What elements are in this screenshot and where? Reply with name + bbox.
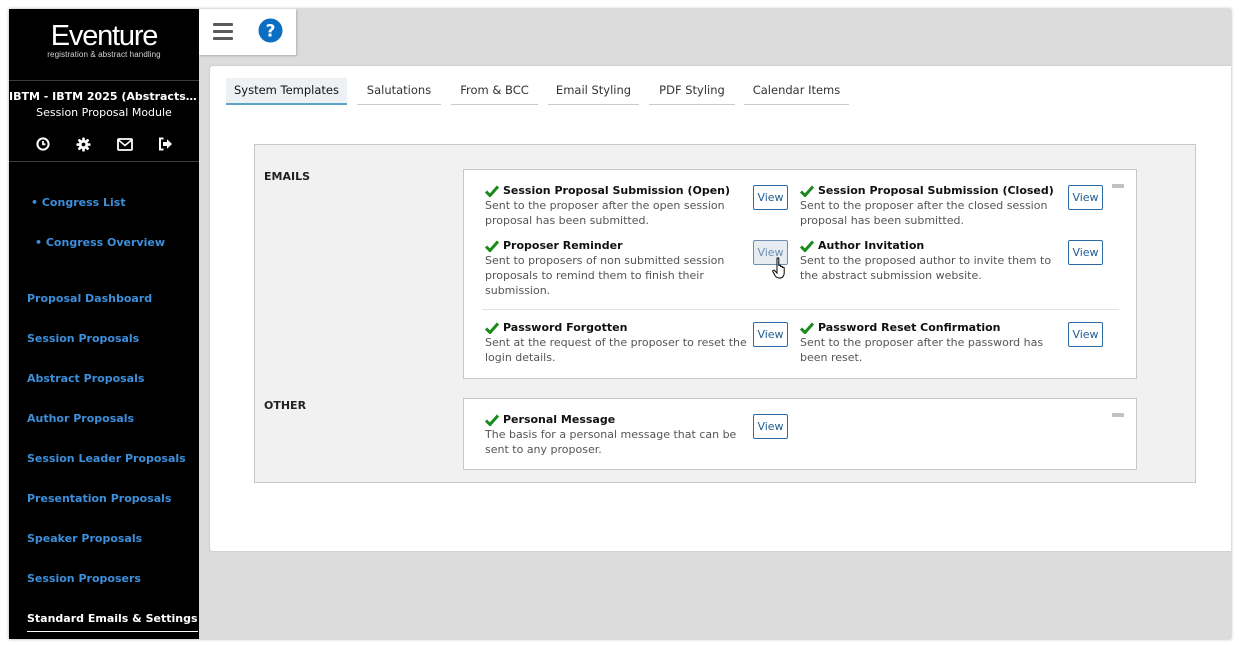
template-description: Sent to the proposer after the password … xyxy=(800,336,1044,364)
check-icon xyxy=(800,240,814,252)
template-personal-message: Personal Message The basis for a persona… xyxy=(485,413,790,457)
template-description: Sent to the proposed author to invite th… xyxy=(800,254,1052,282)
emails-group: Session Proposal Submission (Open) Sent … xyxy=(463,169,1137,379)
sidebar-item-presentation-proposals[interactable]: Presentation Proposals xyxy=(27,492,171,505)
hamburger-menu-icon[interactable] xyxy=(213,23,233,40)
event-title: IBTM - IBTM 2025 (Abstracts & Par... xyxy=(9,90,199,103)
template-description: Sent at the request of the proposer to r… xyxy=(485,336,747,364)
template-description: Sent to the proposer after the closed se… xyxy=(800,199,1048,227)
sidebar-item-session-proposers[interactable]: Session Proposers xyxy=(27,572,141,585)
content-card: System Templates Salutations From & BCC … xyxy=(210,66,1231,551)
template-description: Sent to proposers of non submitted sessi… xyxy=(485,254,725,297)
template-title: Password Reset Confirmation xyxy=(818,321,1001,334)
tab-system-templates[interactable]: System Templates xyxy=(226,78,347,105)
check-icon xyxy=(485,185,499,197)
tab-from-bcc[interactable]: From & BCC xyxy=(451,78,538,105)
template-title: Personal Message xyxy=(503,413,616,426)
collapse-emails-icon[interactable] xyxy=(1112,184,1124,188)
sidebar-item-session-proposals[interactable]: Session Proposals xyxy=(27,332,139,345)
logo-tagline: registration & abstract handling xyxy=(47,50,161,59)
collapse-other-icon[interactable] xyxy=(1112,413,1124,417)
sidebar-divider xyxy=(9,80,199,81)
templates-panel: EMAILS Session Proposal Submission (Open… xyxy=(254,144,1196,483)
check-icon xyxy=(800,185,814,197)
template-session-proposal-closed: Session Proposal Submission (Closed) Sen… xyxy=(800,184,1105,228)
row-divider xyxy=(482,309,1119,310)
check-icon xyxy=(800,322,814,334)
view-button-password-reset-confirmation[interactable]: View xyxy=(1068,322,1103,347)
other-group: Personal Message The basis for a persona… xyxy=(463,398,1137,470)
sidebar-item-session-leader-proposals[interactable]: Session Leader Proposals xyxy=(27,452,186,465)
template-password-reset-confirmation: Password Reset Confirmation Sent to the … xyxy=(800,321,1105,365)
view-button-session-proposal-closed[interactable]: View xyxy=(1068,185,1103,210)
template-title: Author Invitation xyxy=(818,239,925,252)
sidebar-icon-bar xyxy=(9,136,199,152)
sidebar-item-author-proposals[interactable]: Author Proposals xyxy=(27,412,134,425)
template-author-invitation: Author Invitation Sent to the proposed a… xyxy=(800,239,1105,283)
template-title: Session Proposal Submission (Closed) xyxy=(818,184,1054,197)
svg-text:?: ? xyxy=(266,21,276,41)
section-label-other: OTHER xyxy=(264,399,307,412)
template-password-forgotten: Password Forgotten Sent at the request o… xyxy=(485,321,790,365)
view-button-author-invitation[interactable]: View xyxy=(1068,240,1103,265)
view-button-session-proposal-open[interactable]: View xyxy=(753,185,788,210)
check-icon xyxy=(485,240,499,252)
sidebar-item-abstract-proposals[interactable]: Abstract Proposals xyxy=(27,372,144,385)
view-button-personal-message[interactable]: View xyxy=(753,414,788,439)
view-button-password-forgotten[interactable]: View xyxy=(753,322,788,347)
event-module: Session Proposal Module xyxy=(36,106,172,119)
template-title: Proposer Reminder xyxy=(503,239,623,252)
tab-email-styling[interactable]: Email Styling xyxy=(548,78,639,105)
check-icon xyxy=(485,414,499,426)
sidebar-item-speaker-proposals[interactable]: Speaker Proposals xyxy=(27,532,142,545)
template-description: Sent to the proposer after the open sess… xyxy=(485,199,725,227)
section-label-emails: EMAILS xyxy=(264,170,310,183)
clock-icon[interactable] xyxy=(35,136,51,152)
tab-salutations[interactable]: Salutations xyxy=(357,78,441,105)
sign-out-icon[interactable] xyxy=(158,136,174,152)
tab-pdf-styling[interactable]: PDF Styling xyxy=(649,78,735,105)
envelope-icon[interactable] xyxy=(116,136,133,152)
gear-icon[interactable] xyxy=(76,136,92,152)
template-session-proposal-open: Session Proposal Submission (Open) Sent … xyxy=(485,184,790,228)
help-icon[interactable]: ? xyxy=(258,18,283,43)
template-description: The basis for a personal message that ca… xyxy=(485,428,737,456)
sidebar-item-congress-overview[interactable]: • Congress Overview xyxy=(35,236,165,249)
tab-calendar-items[interactable]: Calendar Items xyxy=(744,78,849,105)
logo[interactable]: Eventure registration & abstract handlin… xyxy=(9,9,199,75)
top-toolbar: ? xyxy=(199,9,296,55)
template-title: Session Proposal Submission (Open) xyxy=(503,184,731,197)
template-proposer-reminder: Proposer Reminder Sent to proposers of n… xyxy=(485,239,790,298)
view-button-proposer-reminder[interactable]: View xyxy=(753,240,788,265)
sidebar-item-congress-list[interactable]: • Congress List xyxy=(31,196,126,209)
logo-name: Eventure xyxy=(50,20,159,52)
app-window: Eventure registration & abstract handlin… xyxy=(9,9,1231,639)
sidebar-item-proposal-dashboard[interactable]: Proposal Dashboard xyxy=(27,292,152,305)
event-info: IBTM - IBTM 2025 (Abstracts & Par... Ses… xyxy=(9,90,199,119)
sidebar-divider xyxy=(9,161,199,162)
sidebar-item-standard-emails-settings[interactable]: Standard Emails & Settings xyxy=(27,612,198,632)
sidebar: Eventure registration & abstract handlin… xyxy=(9,9,199,639)
template-title: Password Forgotten xyxy=(503,321,628,334)
check-icon xyxy=(485,322,499,334)
